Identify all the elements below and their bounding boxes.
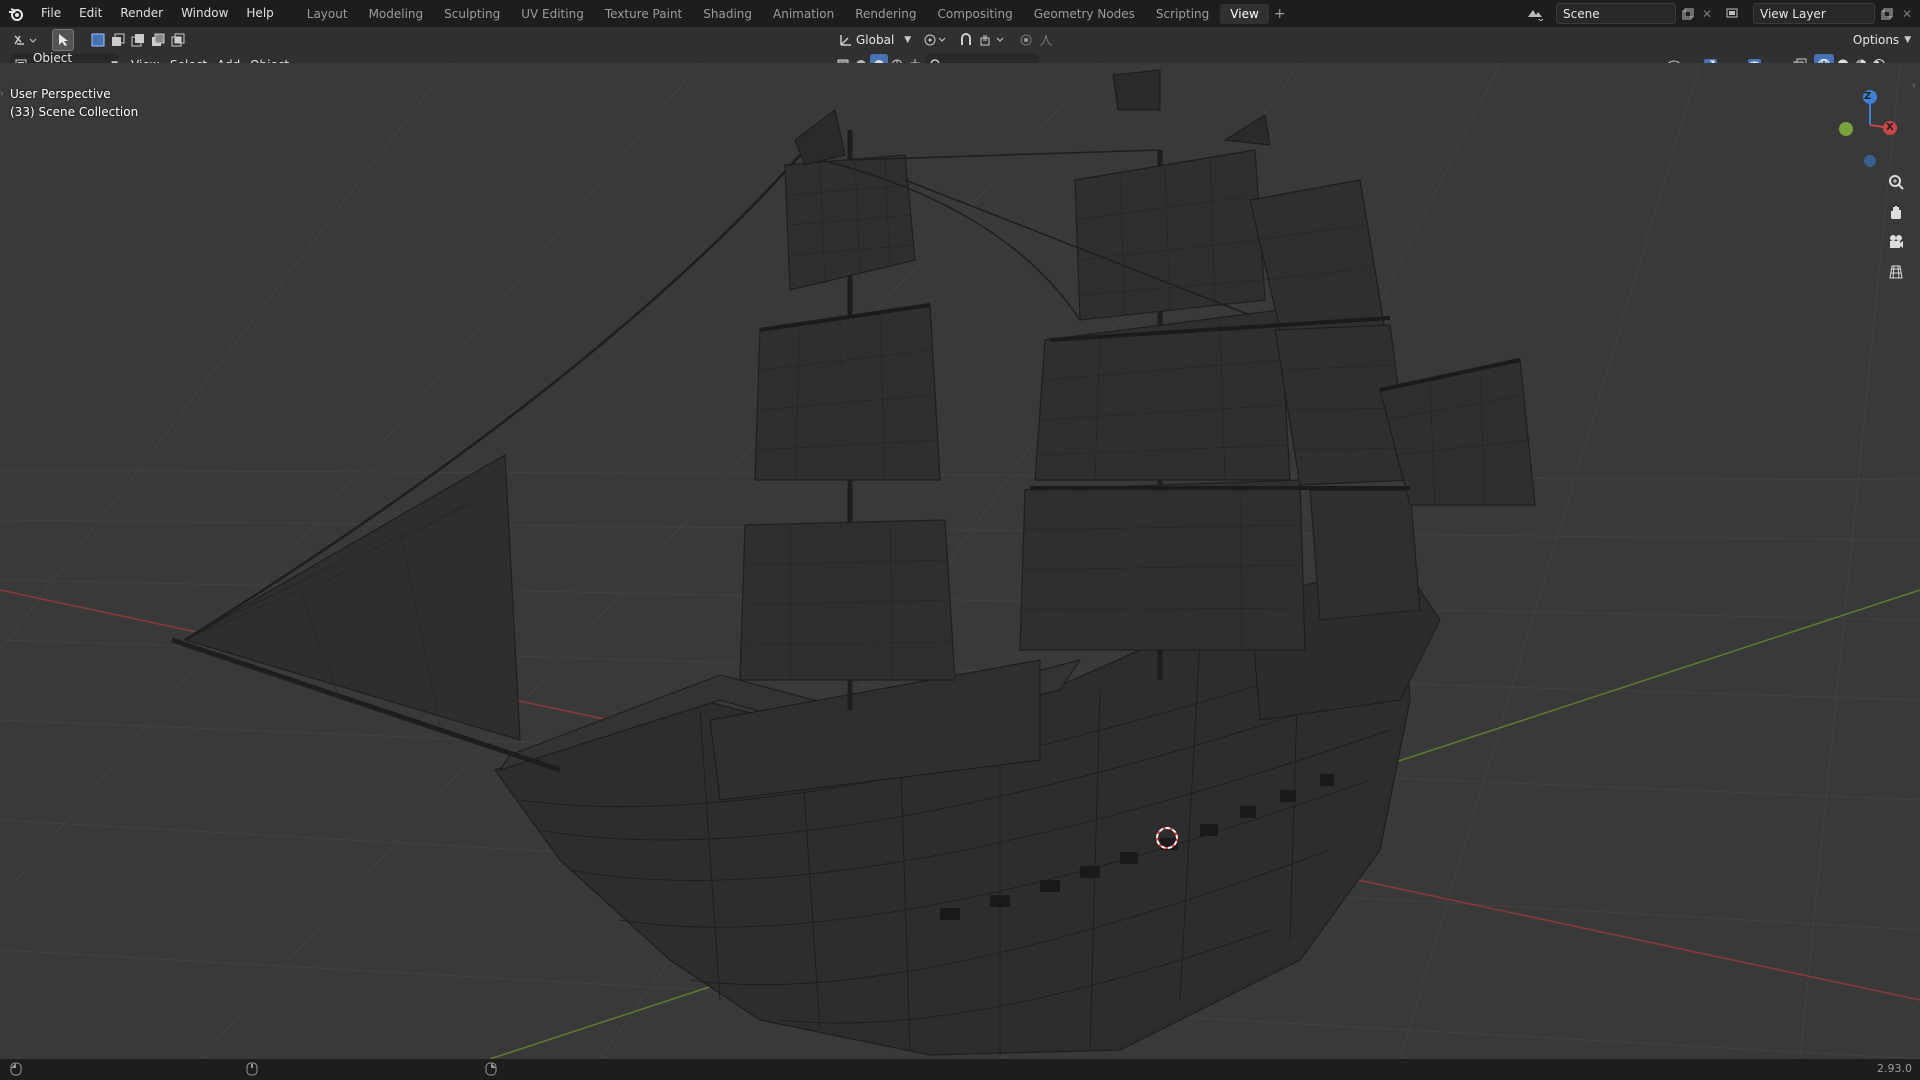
tab-sculpting[interactable]: Sculpting (434, 4, 510, 24)
tab-geometry-nodes[interactable]: Geometry Nodes (1024, 4, 1145, 24)
snap-element-button[interactable] (976, 29, 1010, 51)
select-mode-extend-icon[interactable] (108, 29, 128, 51)
scene-name-label: Scene (1563, 6, 1600, 21)
tab-layout[interactable]: Layout (297, 4, 358, 24)
pan-hand-icon[interactable] (1883, 199, 1909, 225)
scene-name-field[interactable]: Scene (1556, 3, 1676, 24)
select-mode-new-icon[interactable] (88, 29, 108, 51)
proportional-falloff-icon[interactable] (1036, 29, 1056, 51)
transform-orientation-label: Global (856, 33, 895, 47)
menu-render[interactable]: Render (111, 0, 172, 27)
menu-edit[interactable]: Edit (70, 0, 111, 27)
mouse-right-icon (485, 1062, 497, 1079)
chevron-down-icon: ▼ (1904, 35, 1912, 45)
perspective-label: User Perspective (10, 87, 111, 101)
pivot-point-button[interactable] (920, 29, 952, 51)
3d-viewport[interactable]: User Perspective (33) Scene Collection Z… (0, 63, 1920, 1059)
tab-rendering[interactable]: Rendering (845, 4, 926, 24)
new-view-layer-icon[interactable] (1876, 3, 1898, 24)
gizmo-z-label: Z (1864, 91, 1872, 102)
select-tool-button[interactable] (52, 29, 74, 51)
editor-type-button[interactable] (8, 29, 44, 51)
gizmo-neg-z-axis[interactable] (1864, 155, 1876, 167)
view-layer-selector-icon[interactable] (1723, 3, 1745, 24)
tab-compositing[interactable]: Compositing (927, 4, 1022, 24)
gizmo-x-label: X (1886, 122, 1894, 133)
view-layer-name-field[interactable]: View Layer (1753, 3, 1875, 24)
delete-view-layer-icon[interactable]: ✕ (1896, 3, 1918, 24)
transform-orientation-dropdown[interactable]: Global ▼ (856, 29, 914, 51)
version-label: 2.93.0 (1877, 1062, 1912, 1075)
tab-texture-paint[interactable]: Texture Paint (595, 4, 692, 24)
tab-modeling[interactable]: Modeling (359, 4, 434, 24)
transform-orientation-icon[interactable] (836, 29, 856, 51)
mouse-middle-icon (246, 1062, 258, 1079)
ship-wireframe (0, 63, 1920, 1059)
view-layer-label: View Layer (1760, 6, 1826, 21)
workspace-tabs: Layout Modeling Sculpting UV Editing Tex… (297, 0, 1290, 27)
snap-toggle-icon[interactable] (956, 29, 976, 51)
options-label: Options (1852, 33, 1900, 47)
delete-scene-icon[interactable]: ✕ (1696, 3, 1718, 24)
blender-logo-icon[interactable] (0, 0, 32, 27)
camera-view-icon[interactable] (1883, 229, 1909, 255)
tab-view[interactable]: View (1220, 3, 1269, 24)
proportional-editing-icon[interactable] (1016, 29, 1036, 51)
status-bar: 2.93.0 (0, 1059, 1920, 1080)
grid-perspective-icon[interactable] (1883, 259, 1909, 285)
menu-file[interactable]: File (32, 0, 70, 27)
menu-help[interactable]: Help (237, 0, 282, 27)
tab-uv-editing[interactable]: UV Editing (511, 4, 594, 24)
toolbar-toggle-icon[interactable]: › (0, 89, 8, 101)
zoom-icon[interactable] (1883, 169, 1909, 195)
tab-shading[interactable]: Shading (693, 4, 762, 24)
collection-label: (33) Scene Collection (10, 105, 139, 119)
options-dropdown[interactable]: Options ▼ (1850, 29, 1914, 51)
tab-scripting[interactable]: Scripting (1146, 4, 1219, 24)
mouse-left-icon (10, 1062, 22, 1079)
add-workspace-icon[interactable]: + (1270, 6, 1290, 22)
gizmo-y-axis[interactable] (1839, 122, 1853, 136)
chevron-down-icon: ▼ (904, 35, 912, 45)
select-mode-invert-icon[interactable] (148, 29, 168, 51)
main-menu: File Edit Render Window Help (32, 0, 283, 27)
top-bar: File Edit Render Window Help Layout Mode… (0, 0, 1920, 27)
select-mode-subtract-icon[interactable] (128, 29, 148, 51)
sidebar-toggle-icon[interactable]: ‹ (1912, 81, 1920, 93)
tab-animation[interactable]: Animation (763, 4, 844, 24)
scene-selector-icon[interactable] (1524, 3, 1546, 24)
menu-window[interactable]: Window (172, 0, 237, 27)
select-mode-intersect-icon[interactable] (168, 29, 188, 51)
